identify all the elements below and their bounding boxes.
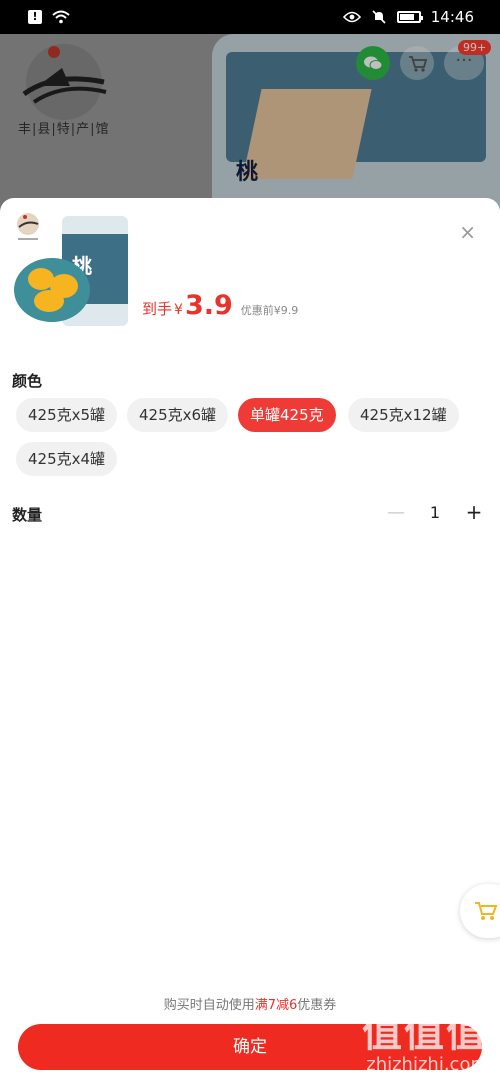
watermark-logo: 值值值	[362, 1010, 488, 1056]
product-thumbnail: 桃	[12, 212, 130, 330]
status-time: 14:46	[430, 8, 474, 26]
quantity-decrease-button[interactable]: —	[386, 502, 406, 523]
cart-icon	[475, 902, 498, 920]
option-single-425[interactable]: 单罐425克	[238, 398, 336, 432]
price-value: 3.9	[184, 290, 233, 321]
alert-icon: !	[28, 10, 42, 24]
option-425x5[interactable]: 425克x5罐	[16, 398, 118, 432]
color-section-title: 颜色	[12, 372, 43, 390]
sku-selection-sheet: × 桃 到手 ¥ 3.9 优惠前¥9.9 颜色 425克x5罐 425克x6罐 …	[0, 198, 500, 1083]
watermark: 值值值 zhizhizhi.com	[362, 1000, 488, 1075]
option-425x4[interactable]: 425克x4罐	[16, 442, 118, 476]
close-button[interactable]: ×	[459, 220, 476, 244]
status-bar: ! 14:46	[0, 0, 500, 34]
bell-muted-icon	[372, 10, 386, 24]
thumbnail-bowl	[14, 258, 90, 322]
quantity-value: 1	[429, 502, 441, 522]
coupon-highlight: 满7减6	[254, 998, 298, 1013]
shop-mini-logo	[17, 213, 39, 240]
price-line: 到手 ¥ 3.9 优惠前¥9.9	[142, 290, 298, 321]
floating-cart-button[interactable]	[460, 884, 500, 938]
quantity-label: 数量	[12, 506, 43, 524]
option-425x12[interactable]: 425克x12罐	[348, 398, 459, 432]
coupon-note-suffix: 优惠券	[297, 998, 337, 1013]
price-prefix: 到手	[142, 300, 173, 318]
original-price: 优惠前¥9.9	[240, 304, 299, 317]
battery-icon	[396, 11, 423, 23]
eye-icon	[342, 11, 361, 23]
watermark-url: zhizhizhi.com	[366, 1054, 488, 1075]
quantity-increase-button[interactable]: +	[464, 500, 484, 524]
quantity-stepper: — 1 +	[386, 500, 484, 524]
status-right: 14:46	[342, 8, 474, 26]
option-425x6[interactable]: 425克x6罐	[127, 398, 229, 432]
wifi-icon	[52, 10, 70, 24]
coupon-note-prefix: 购买时自动使用	[163, 998, 255, 1013]
status-left: !	[28, 10, 70, 24]
currency-symbol: ¥	[174, 302, 183, 318]
